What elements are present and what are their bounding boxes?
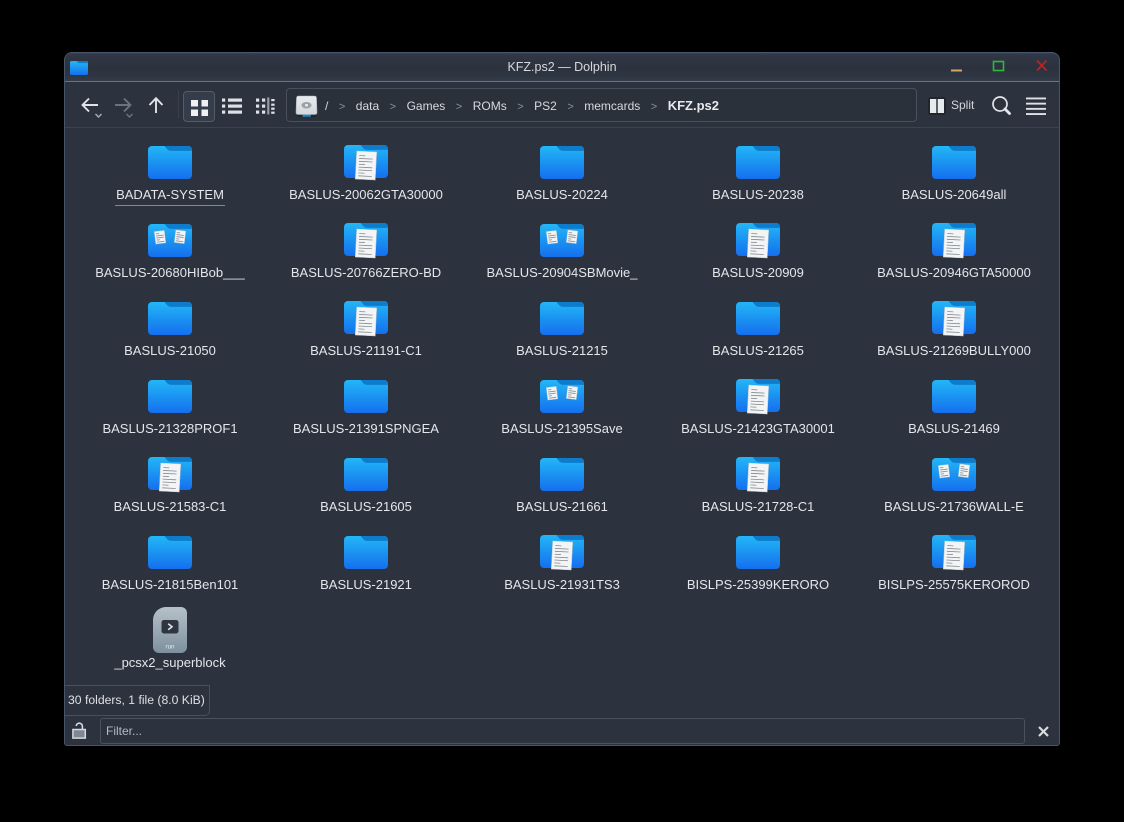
- svg-text:run: run: [166, 644, 176, 651]
